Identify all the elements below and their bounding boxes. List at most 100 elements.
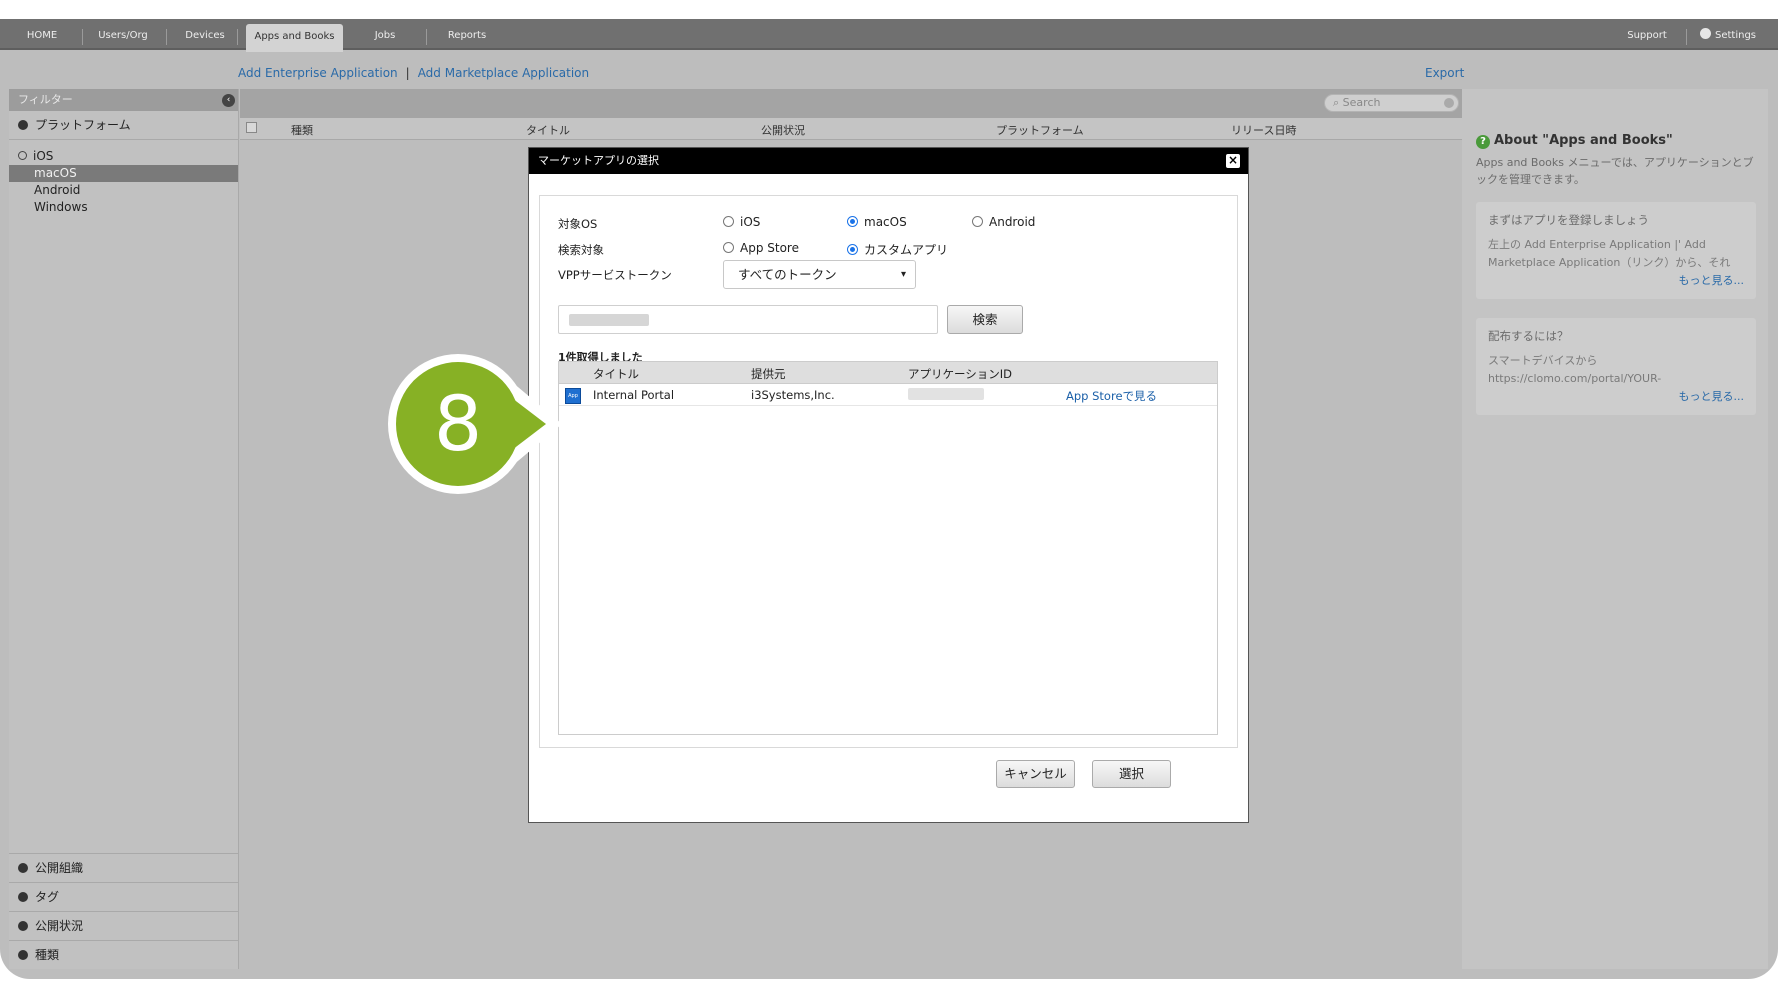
expand-icon xyxy=(18,120,28,130)
tab-apps-and-books[interactable]: Apps and Books xyxy=(246,24,343,52)
tab-jobs[interactable]: Jobs xyxy=(360,19,410,50)
clear-search-icon[interactable] xyxy=(1444,98,1454,108)
search-button[interactable]: 検索 xyxy=(947,305,1023,334)
tab-reports[interactable]: Reports xyxy=(438,19,496,50)
filter-section-label: プラットフォーム xyxy=(35,118,131,132)
filter-section-label: タグ xyxy=(35,890,60,904)
filter-section-label: 公開組織 xyxy=(35,861,84,875)
radio-checked-icon xyxy=(847,244,858,255)
top-navigation: HOME Users/Org Devices Apps and Books Jo… xyxy=(0,19,1778,52)
view-in-app-store-link[interactable]: App Storeで見る xyxy=(1066,388,1157,404)
dialog-header: マーケットアプリの選択 × xyxy=(529,148,1248,174)
radio-os-android[interactable]: Android xyxy=(972,215,1035,229)
vpp-token-select[interactable]: すべてのトークン ▾ xyxy=(723,260,916,289)
column-title: タイトル xyxy=(593,367,639,381)
help-title: ? About "Apps and Books" xyxy=(1476,133,1673,149)
expand-icon xyxy=(18,921,28,931)
search-target-label: 検索対象 xyxy=(558,243,604,257)
radio-target-app-store[interactable]: App Store xyxy=(723,241,799,255)
settings-link[interactable]: Settings xyxy=(1696,19,1760,50)
select-value: すべてのトークン xyxy=(738,267,837,282)
tab-separator xyxy=(426,29,427,45)
filter-section-type[interactable]: 種類 xyxy=(9,940,239,969)
column-title[interactable]: タイトル xyxy=(526,122,570,138)
more-link[interactable]: もっと見る... xyxy=(1488,272,1745,288)
radio-checked-icon xyxy=(847,216,858,227)
app-title: Internal Portal xyxy=(593,388,675,402)
filter-item-android[interactable]: Android xyxy=(9,182,238,199)
select-button[interactable]: 選択 xyxy=(1092,760,1171,788)
radio-icon xyxy=(723,242,734,253)
tab-separator xyxy=(1686,29,1687,45)
dialog-title: マーケットアプリの選択 xyxy=(538,154,659,167)
gear-icon xyxy=(1699,28,1711,39)
result-table-header: タイトル 提供元 アプリケーションID xyxy=(559,362,1217,384)
filter-item-label: iOS xyxy=(33,149,54,163)
filter-panel: フィルター ‹ プラットフォーム iOS macOS Android Windo… xyxy=(9,89,239,969)
column-provider: 提供元 xyxy=(751,367,786,381)
cancel-button[interactable]: キャンセル xyxy=(996,760,1075,788)
table-row[interactable]: App Internal Portal i3Systems,Inc. App S… xyxy=(559,384,1217,406)
app-search-input[interactable] xyxy=(558,305,938,334)
help-title-text: About "Apps and Books" xyxy=(1494,133,1673,148)
tab-users-org[interactable]: Users/Org xyxy=(91,19,155,50)
app-frame: HOME Users/Org Devices Apps and Books Jo… xyxy=(0,19,1778,979)
expand-icon xyxy=(18,863,28,873)
radio-label: App Store xyxy=(740,241,799,255)
support-link[interactable]: Support xyxy=(1620,19,1674,50)
radio-label: iOS xyxy=(740,215,761,229)
filter-item-macos[interactable]: macOS xyxy=(9,165,238,182)
filter-item-windows[interactable]: Windows xyxy=(9,199,238,216)
filter-section-org[interactable]: 公開組織 xyxy=(9,853,239,882)
add-enterprise-application-link[interactable]: Add Enterprise Application xyxy=(238,66,398,80)
settings-label: Settings xyxy=(1714,30,1756,41)
filter-item-ios[interactable]: iOS xyxy=(9,148,238,165)
radio-label: Android xyxy=(989,215,1036,229)
step-badge: 8 xyxy=(388,354,528,494)
filter-section-status[interactable]: 公開状況 xyxy=(9,911,239,940)
more-link[interactable]: もっと見る... xyxy=(1488,388,1745,404)
search-input[interactable]: ⌕ Search xyxy=(1324,94,1459,112)
filter-section-tag[interactable]: タグ xyxy=(9,882,239,911)
chevron-down-icon: ▾ xyxy=(900,269,906,280)
radio-target-custom-app[interactable]: カスタムアプリ xyxy=(847,241,948,258)
tab-home[interactable]: HOME xyxy=(14,19,70,50)
filter-title: フィルター xyxy=(18,93,73,106)
result-table: タイトル 提供元 アプリケーションID App Internal Portal … xyxy=(558,361,1218,735)
marketplace-app-dialog: マーケットアプリの選択 × 対象OS iOS macOS Android 検索対… xyxy=(528,147,1249,823)
column-platform[interactable]: プラットフォーム xyxy=(996,122,1084,138)
link-separator: | xyxy=(405,66,410,80)
help-panel: ? About "Apps and Books" Apps and Books メ… xyxy=(1462,89,1768,969)
column-release-date[interactable]: リリース日時 xyxy=(1231,122,1296,138)
filter-section-platform[interactable]: プラットフォーム xyxy=(9,111,238,140)
column-app-id: アプリケーションID xyxy=(908,367,1013,381)
add-marketplace-application-link[interactable]: Add Marketplace Application xyxy=(418,66,589,80)
tab-devices[interactable]: Devices xyxy=(176,19,234,50)
column-status[interactable]: 公開状況 xyxy=(761,122,805,138)
export-link[interactable]: Export xyxy=(1425,66,1464,80)
help-card: 配布するには？ スマートデバイスから https://clomo.com/por… xyxy=(1476,318,1756,415)
step-number: 8 xyxy=(396,362,520,486)
filter-header: フィルター ‹ xyxy=(9,89,238,111)
app-icon: App xyxy=(565,388,581,404)
redacted-app-id xyxy=(908,388,984,400)
help-icon: ? xyxy=(1476,135,1490,149)
help-card-title: まずはアプリを登録しましょう xyxy=(1488,213,1649,227)
close-icon[interactable]: × xyxy=(1226,154,1240,168)
help-card-body: 左上の Add Enterprise Application |' Add Ma… xyxy=(1488,238,1731,269)
help-card: まずはアプリを登録しましょう 左上の Add Enterprise Applic… xyxy=(1476,202,1756,299)
sub-links: Add Enterprise Application | Add Marketpla… xyxy=(238,66,589,80)
target-os-label: 対象OS xyxy=(558,217,598,231)
radio-icon xyxy=(723,216,734,227)
help-description: Apps and Books メニューでは、アプリケーションとブックを管理できま… xyxy=(1476,156,1754,186)
dialog-body: 対象OS iOS macOS Android 検索対象 App Store カス… xyxy=(539,195,1238,748)
radio-os-macos[interactable]: macOS xyxy=(847,215,907,229)
vpp-token-label: VPPサービストークン xyxy=(558,268,672,282)
select-all-checkbox[interactable] xyxy=(246,122,257,133)
collapse-panel-icon[interactable]: ‹ xyxy=(222,94,235,107)
column-type[interactable]: 種類 xyxy=(291,122,313,138)
radio-icon xyxy=(18,151,27,160)
filter-bottom-sections: 公開組織 タグ 公開状況 種類 xyxy=(9,853,239,969)
radio-os-ios[interactable]: iOS xyxy=(723,215,760,229)
filter-section-label: 種類 xyxy=(35,948,60,962)
